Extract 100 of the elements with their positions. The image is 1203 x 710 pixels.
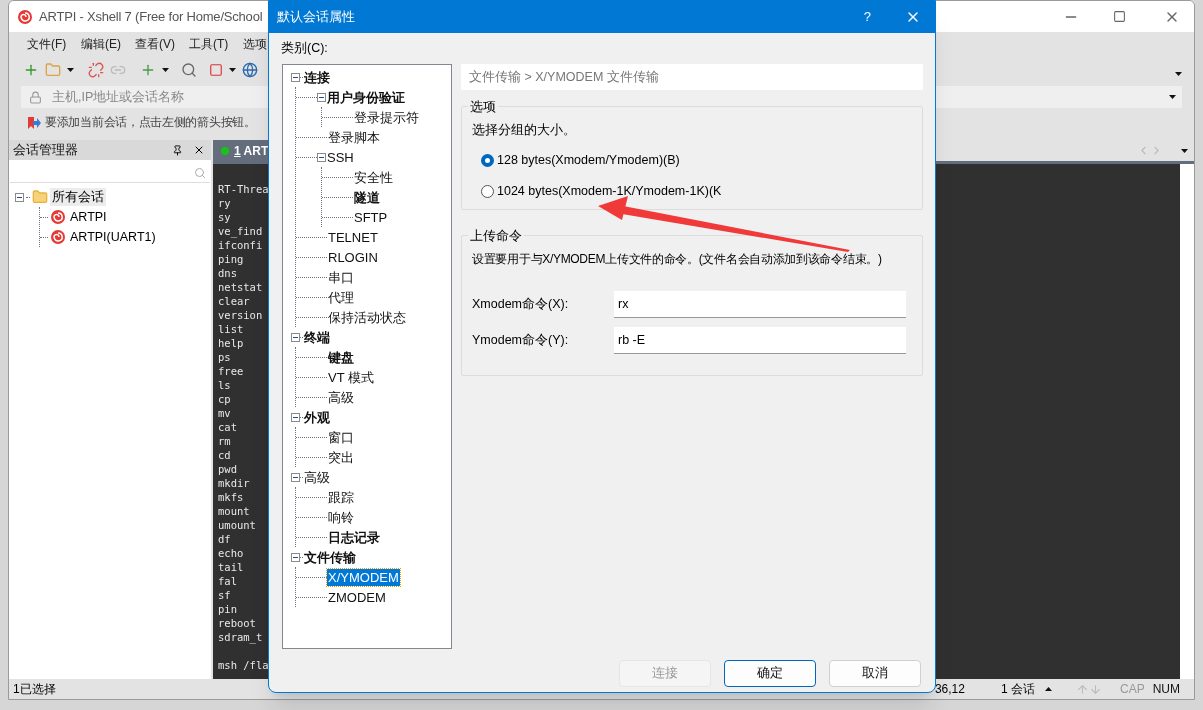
folder-icon <box>32 189 48 205</box>
tree-item[interactable]: 所有会话 <box>50 187 106 207</box>
tree-item[interactable]: 突出 <box>327 448 355 466</box>
menu-item[interactable]: 查看(V) <box>135 35 175 53</box>
caret-icon <box>1169 95 1176 99</box>
swirl-logo-icon <box>50 209 66 225</box>
tree-item[interactable]: 窗口 <box>327 428 355 446</box>
tree-item[interactable]: 登录脚本 <box>327 128 381 146</box>
terminal-line: ifconfi <box>218 238 263 252</box>
caret-icon <box>1045 687 1052 691</box>
search-icon[interactable] <box>181 62 197 78</box>
terminal-line: ls <box>218 378 231 392</box>
input-field[interactable]: rx <box>614 291 906 318</box>
field-label: Ymodem命令(Y): <box>472 332 570 350</box>
caret-icon <box>229 68 236 72</box>
close-icon[interactable] <box>193 144 205 156</box>
terminal-line: pin <box>218 602 237 616</box>
window-title: ARTPI - Xshell 7 (Free for Home/School <box>39 7 263 26</box>
breadcrumb: 文件传输 > X/YMODEM 文件传输 <box>469 68 659 86</box>
terminal-line: reboot <box>218 616 256 630</box>
tree-item[interactable]: 高级 <box>303 468 331 486</box>
tree-item[interactable]: 用户身份验证 <box>326 88 406 106</box>
terminal-line: list <box>218 322 244 336</box>
dialog-button[interactable]: 确定 <box>724 660 816 687</box>
collapse-icon[interactable] <box>291 552 300 562</box>
tree-item[interactable]: 代理 <box>327 288 355 306</box>
terminal-line: free <box>218 364 244 378</box>
dialog-button[interactable]: 取消 <box>829 660 921 687</box>
bookmark-arrow-icon <box>27 116 41 130</box>
input-field[interactable]: rb -E <box>614 327 906 354</box>
tree-item[interactable]: 日志记录 <box>327 528 381 546</box>
terminal-line: ping <box>218 252 244 266</box>
tree-item[interactable]: VT 模式 <box>327 368 375 386</box>
tree-item[interactable]: 登录提示符 <box>353 108 420 126</box>
category-label: 类别(C): <box>281 39 328 57</box>
tree-item[interactable]: 键盘 <box>327 348 355 366</box>
maximize-icon[interactable] <box>1113 10 1126 23</box>
pin-icon[interactable] <box>172 144 183 156</box>
tree-item[interactable]: SSH <box>326 148 355 166</box>
collapse-icon[interactable] <box>317 92 326 102</box>
terminal-line: clear <box>218 294 250 308</box>
tree-item[interactable]: 连接 <box>303 68 331 86</box>
swirl-logo-icon <box>50 229 66 245</box>
tree-item[interactable]: 高级 <box>327 388 355 406</box>
status-text: 1 会话 <box>1000 681 1035 698</box>
tree-item[interactable]: 安全性 <box>353 168 394 186</box>
description-text: 选择分组的大小。 <box>472 122 577 139</box>
tree-item[interactable]: 响铃 <box>327 508 355 526</box>
tree-item[interactable]: X/YMODEM <box>327 568 400 586</box>
field-label: Xmodem命令(X): <box>472 296 570 314</box>
menu-item[interactable]: 选项 <box>243 35 267 53</box>
collapse-icon[interactable] <box>291 472 300 482</box>
terminal-line: mount <box>218 504 250 518</box>
tree-item[interactable]: SFTP <box>353 208 389 226</box>
terminal-line: fal <box>218 574 237 588</box>
terminal-line: RT-Threa <box>218 182 269 196</box>
terminal-line: cp <box>218 392 231 406</box>
menu-item[interactable]: 文件(F) <box>27 35 67 53</box>
layout-icon[interactable] <box>209 63 223 77</box>
globe-icon[interactable] <box>242 62 258 78</box>
new-session-icon[interactable] <box>23 62 39 78</box>
tree-item[interactable]: 终端 <box>303 328 331 346</box>
tree-item[interactable]: ARTPI <box>68 207 109 227</box>
terminal-line: mv <box>218 406 231 420</box>
collapse-icon[interactable] <box>15 192 24 202</box>
search-icon <box>194 167 206 179</box>
tree-item[interactable]: 跟踪 <box>327 488 355 506</box>
tree-item[interactable]: RLOGIN <box>327 248 379 266</box>
caret-icon <box>67 68 74 72</box>
radio-option[interactable]: 1024 bytes(Xmodem-1K/Ymodem-1K)(K <box>481 184 922 199</box>
caret-icon <box>1175 72 1182 76</box>
collapse-icon[interactable] <box>291 332 300 342</box>
terminal-line: ry <box>218 196 231 210</box>
terminal-line: pwd <box>218 462 237 476</box>
tree-item[interactable]: ARTPI(UART1) <box>68 227 158 247</box>
radio-option[interactable]: 128 bytes(Xmodem/Ymodem)(B) <box>481 153 922 168</box>
tree-item[interactable]: TELNET <box>327 228 379 246</box>
terminal-line: ps <box>218 350 231 364</box>
swirl-logo-icon <box>17 8 33 25</box>
terminal-line: mkdir <box>218 476 250 490</box>
tree-item[interactable]: 串口 <box>327 268 355 286</box>
tree-item[interactable]: ZMODEM <box>327 588 387 606</box>
collapse-icon[interactable] <box>291 72 300 82</box>
terminal-line: tail <box>218 560 244 574</box>
menu-item[interactable]: 工具(T) <box>189 35 229 53</box>
terminal-line: cat <box>218 420 237 434</box>
menu-item[interactable]: 编辑(E) <box>81 35 121 53</box>
terminal-line: cd <box>218 448 231 462</box>
disconnect-icon[interactable] <box>88 62 104 78</box>
collapse-icon[interactable] <box>291 412 300 422</box>
tree-item[interactable]: 文件传输 <box>303 548 357 566</box>
tree-item[interactable]: 保持活动状态 <box>327 308 407 326</box>
terminal-line: rm <box>218 434 231 448</box>
tree-item[interactable]: 隧道 <box>353 188 381 206</box>
terminal-line: version <box>218 308 263 322</box>
terminal-line: dns <box>218 266 237 280</box>
collapse-icon[interactable] <box>317 152 326 162</box>
tree-item[interactable]: 外观 <box>303 408 331 426</box>
description-text: 设置要用于与X/YMODEM上传文件的命令。(文件名会自动添加到该命令结束。) <box>472 251 883 268</box>
help-button[interactable]: ? <box>863 7 871 27</box>
